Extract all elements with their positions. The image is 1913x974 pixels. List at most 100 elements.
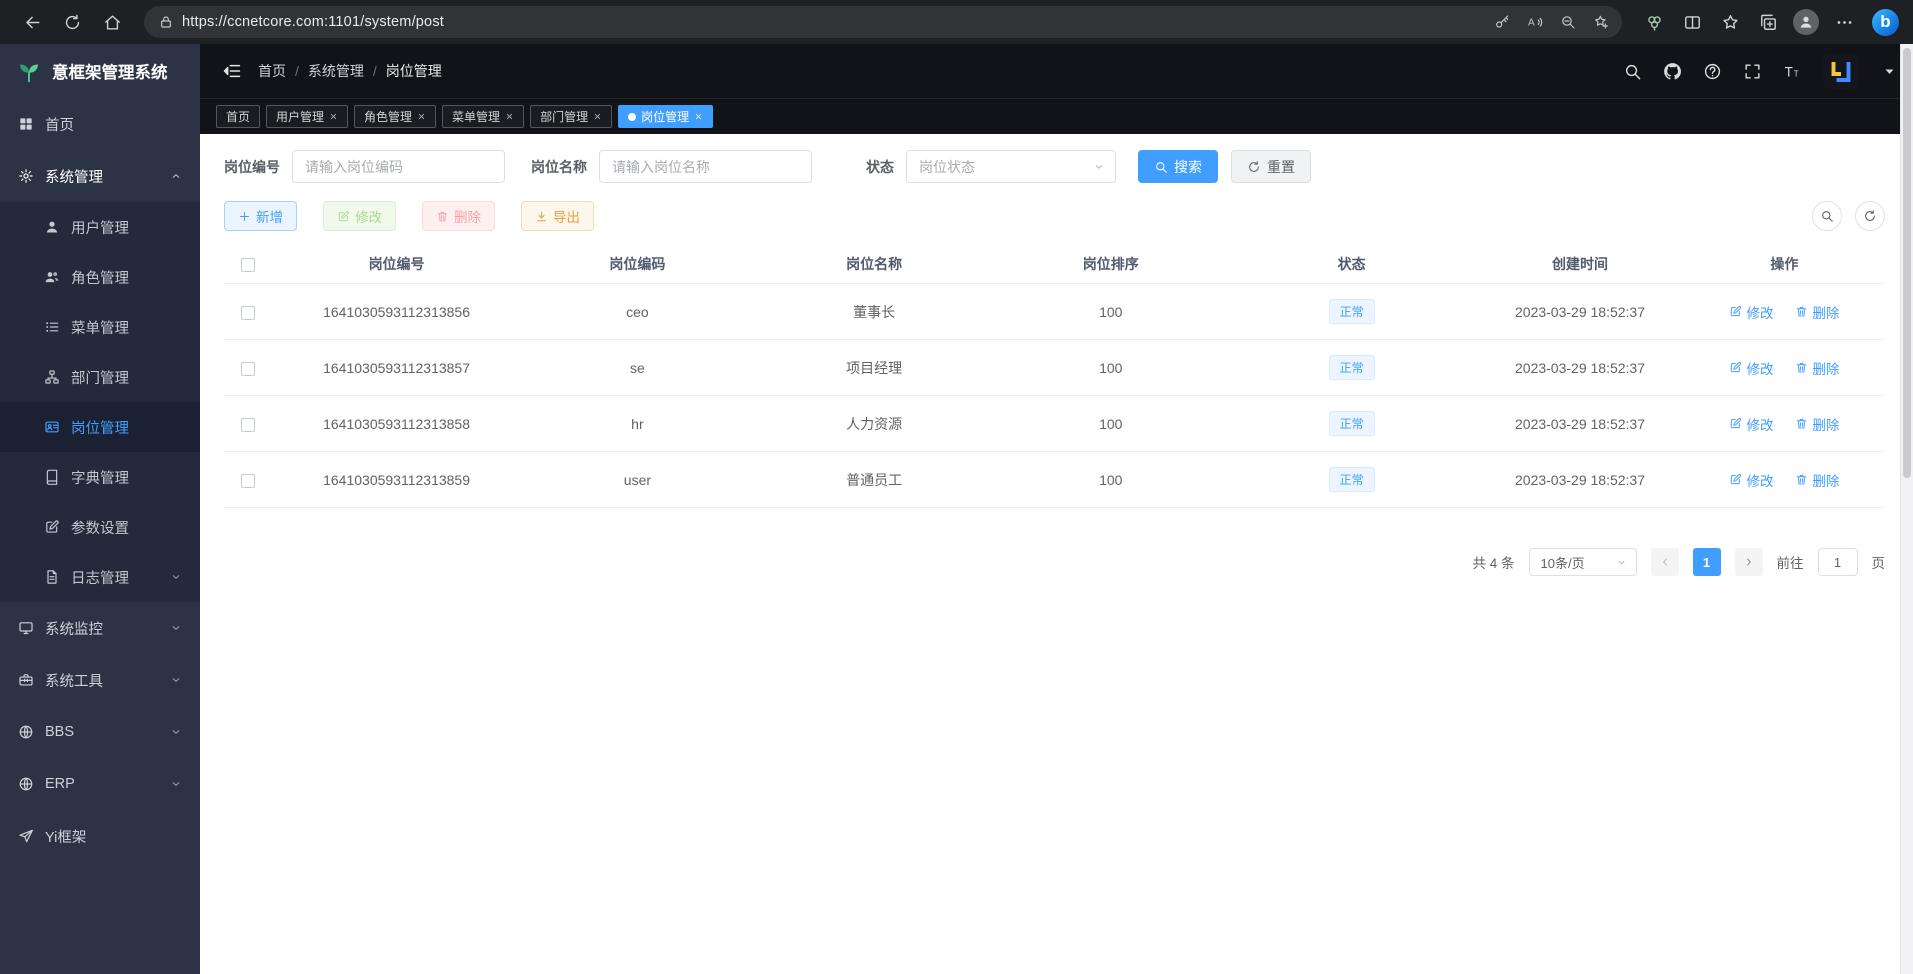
breadcrumb-item[interactable]: 系统管理: [308, 61, 364, 81]
row-edit-button[interactable]: 修改: [1729, 414, 1773, 434]
refresh-icon: [63, 13, 82, 32]
close-icon[interactable]: [505, 112, 514, 121]
collections-button[interactable]: [1750, 5, 1786, 39]
tab-role-management[interactable]: 角色管理: [354, 105, 436, 128]
address-bar[interactable]: https://ccnetcore.com:1101/system/post: [144, 6, 1622, 38]
row-checkbox[interactable]: [241, 306, 255, 320]
sidebar-item-yi-framework[interactable]: Yi框架: [0, 810, 200, 862]
close-icon[interactable]: [417, 112, 426, 121]
zoom-button[interactable]: [1552, 8, 1583, 36]
split-screen-icon: [1683, 13, 1702, 32]
breadcrumb-item[interactable]: 首页: [258, 61, 286, 81]
sidebar-item-system-tools[interactable]: 系统工具: [0, 654, 200, 706]
split-screen-button[interactable]: [1674, 5, 1710, 39]
edit-button[interactable]: 修改: [323, 201, 396, 231]
site-info-lock-icon[interactable]: [158, 14, 174, 30]
extension-button[interactable]: [1636, 5, 1672, 39]
row-edit-button[interactable]: 修改: [1729, 358, 1773, 378]
browser-refresh-button[interactable]: [54, 5, 90, 39]
search-button[interactable]: 搜索: [1138, 150, 1218, 183]
column-header-actions: 操作: [1684, 245, 1885, 284]
table-row[interactable]: 1641030593112313856 ceo 董事长 100 正常 2023-…: [224, 284, 1885, 340]
sidebar-item-dict-management[interactable]: 字典管理: [0, 452, 200, 502]
app-logo[interactable]: 意框架管理系统: [0, 44, 200, 98]
tab-dept-management[interactable]: 部门管理: [530, 105, 612, 128]
sidebar-item-param-settings[interactable]: 参数设置: [0, 502, 200, 552]
post-code-input[interactable]: [292, 150, 505, 183]
tab-post-management[interactable]: 岗位管理: [618, 105, 713, 128]
fullscreen-icon[interactable]: [1743, 62, 1762, 81]
close-icon[interactable]: [329, 112, 338, 121]
browser-home-button[interactable]: [94, 5, 130, 39]
row-checkbox[interactable]: [241, 362, 255, 376]
page-number-current[interactable]: 1: [1693, 548, 1721, 576]
next-page-button[interactable]: [1735, 548, 1763, 576]
help-question-icon[interactable]: [1703, 62, 1722, 81]
sidebar-item-dept-management[interactable]: 部门管理: [0, 352, 200, 402]
browser-menu-button[interactable]: [1826, 5, 1862, 39]
favorites-button[interactable]: [1712, 5, 1748, 39]
sidebar-collapse-button[interactable]: [222, 61, 242, 81]
row-delete-button[interactable]: 删除: [1795, 470, 1839, 490]
read-aloud-button[interactable]: [1519, 8, 1550, 36]
trash-icon: [1795, 305, 1808, 318]
edit-icon: [1729, 417, 1742, 430]
sidebar-item-system-management[interactable]: 系统管理: [0, 150, 200, 202]
row-delete-button[interactable]: 删除: [1795, 302, 1839, 322]
tab-home[interactable]: 首页: [216, 105, 260, 128]
chevron-left-icon: [1659, 556, 1671, 568]
person-icon: [1798, 14, 1814, 30]
sidebar-item-log-management[interactable]: 日志管理: [0, 552, 200, 602]
scrollbar-thumb[interactable]: [1903, 48, 1911, 478]
show-search-toggle-button[interactable]: [1812, 201, 1842, 231]
delete-button[interactable]: 删除: [422, 201, 495, 231]
url-text[interactable]: https://ccnetcore.com:1101/system/post: [182, 14, 1478, 30]
close-icon[interactable]: [593, 112, 602, 121]
browser-profile-button[interactable]: [1788, 5, 1824, 39]
table-row[interactable]: 1641030593112313858 hr 人力资源 100 正常 2023-…: [224, 396, 1885, 452]
page-size-select[interactable]: 10条/页: [1529, 548, 1637, 576]
row-delete-button[interactable]: 删除: [1795, 414, 1839, 434]
tab-menu-management[interactable]: 菜单管理: [442, 105, 524, 128]
post-name-input[interactable]: [599, 150, 812, 183]
sidebar-item-home[interactable]: 首页: [0, 98, 200, 150]
sidebar-item-menu-management[interactable]: 菜单管理: [0, 302, 200, 352]
chevron-down-icon: [170, 622, 182, 634]
row-edit-button[interactable]: 修改: [1729, 470, 1773, 490]
github-icon[interactable]: [1663, 62, 1682, 81]
sidebar-item-role-management[interactable]: 角色管理: [0, 252, 200, 302]
add-favorite-button[interactable]: [1585, 8, 1616, 36]
sidebar: 意框架管理系统 首页 系统管理 用户管理 角色管理: [0, 44, 200, 974]
chevron-down-icon: [1616, 557, 1627, 568]
close-icon[interactable]: [694, 112, 703, 121]
refresh-table-button[interactable]: [1855, 201, 1885, 231]
export-button[interactable]: 导出: [521, 201, 594, 231]
bing-icon[interactable]: b: [1872, 9, 1899, 36]
saved-passwords-button[interactable]: [1486, 8, 1517, 36]
browser-back-button[interactable]: [14, 5, 50, 39]
sidebar-item-bbs[interactable]: BBS: [0, 706, 200, 758]
tab-user-management[interactable]: 用户管理: [266, 105, 348, 128]
sidebar-item-user-management[interactable]: 用户管理: [0, 202, 200, 252]
font-size-icon[interactable]: [1783, 62, 1802, 81]
goto-page-input[interactable]: [1818, 548, 1858, 576]
status-select[interactable]: 岗位状态: [906, 150, 1116, 183]
prev-page-button[interactable]: [1651, 548, 1679, 576]
select-all-checkbox[interactable]: [241, 258, 255, 272]
column-header-post-sort: 岗位排序: [995, 245, 1228, 284]
header-search-icon[interactable]: [1623, 62, 1642, 81]
user-avatar[interactable]: [1823, 53, 1859, 89]
sidebar-item-post-management[interactable]: 岗位管理: [0, 402, 200, 452]
user-menu-caret-icon[interactable]: [1880, 62, 1899, 81]
row-checkbox[interactable]: [241, 418, 255, 432]
page-scrollbar[interactable]: [1900, 44, 1913, 974]
sidebar-item-erp[interactable]: ERP: [0, 758, 200, 810]
row-edit-button[interactable]: 修改: [1729, 302, 1773, 322]
add-button[interactable]: 新增: [224, 201, 297, 231]
row-delete-button[interactable]: 删除: [1795, 358, 1839, 378]
table-row[interactable]: 1641030593112313857 se 项目经理 100 正常 2023-…: [224, 340, 1885, 396]
sidebar-item-system-monitor[interactable]: 系统监控: [0, 602, 200, 654]
row-checkbox[interactable]: [241, 474, 255, 488]
table-row[interactable]: 1641030593112313859 user 普通员工 100 正常 202…: [224, 452, 1885, 508]
reset-button[interactable]: 重置: [1231, 150, 1311, 183]
